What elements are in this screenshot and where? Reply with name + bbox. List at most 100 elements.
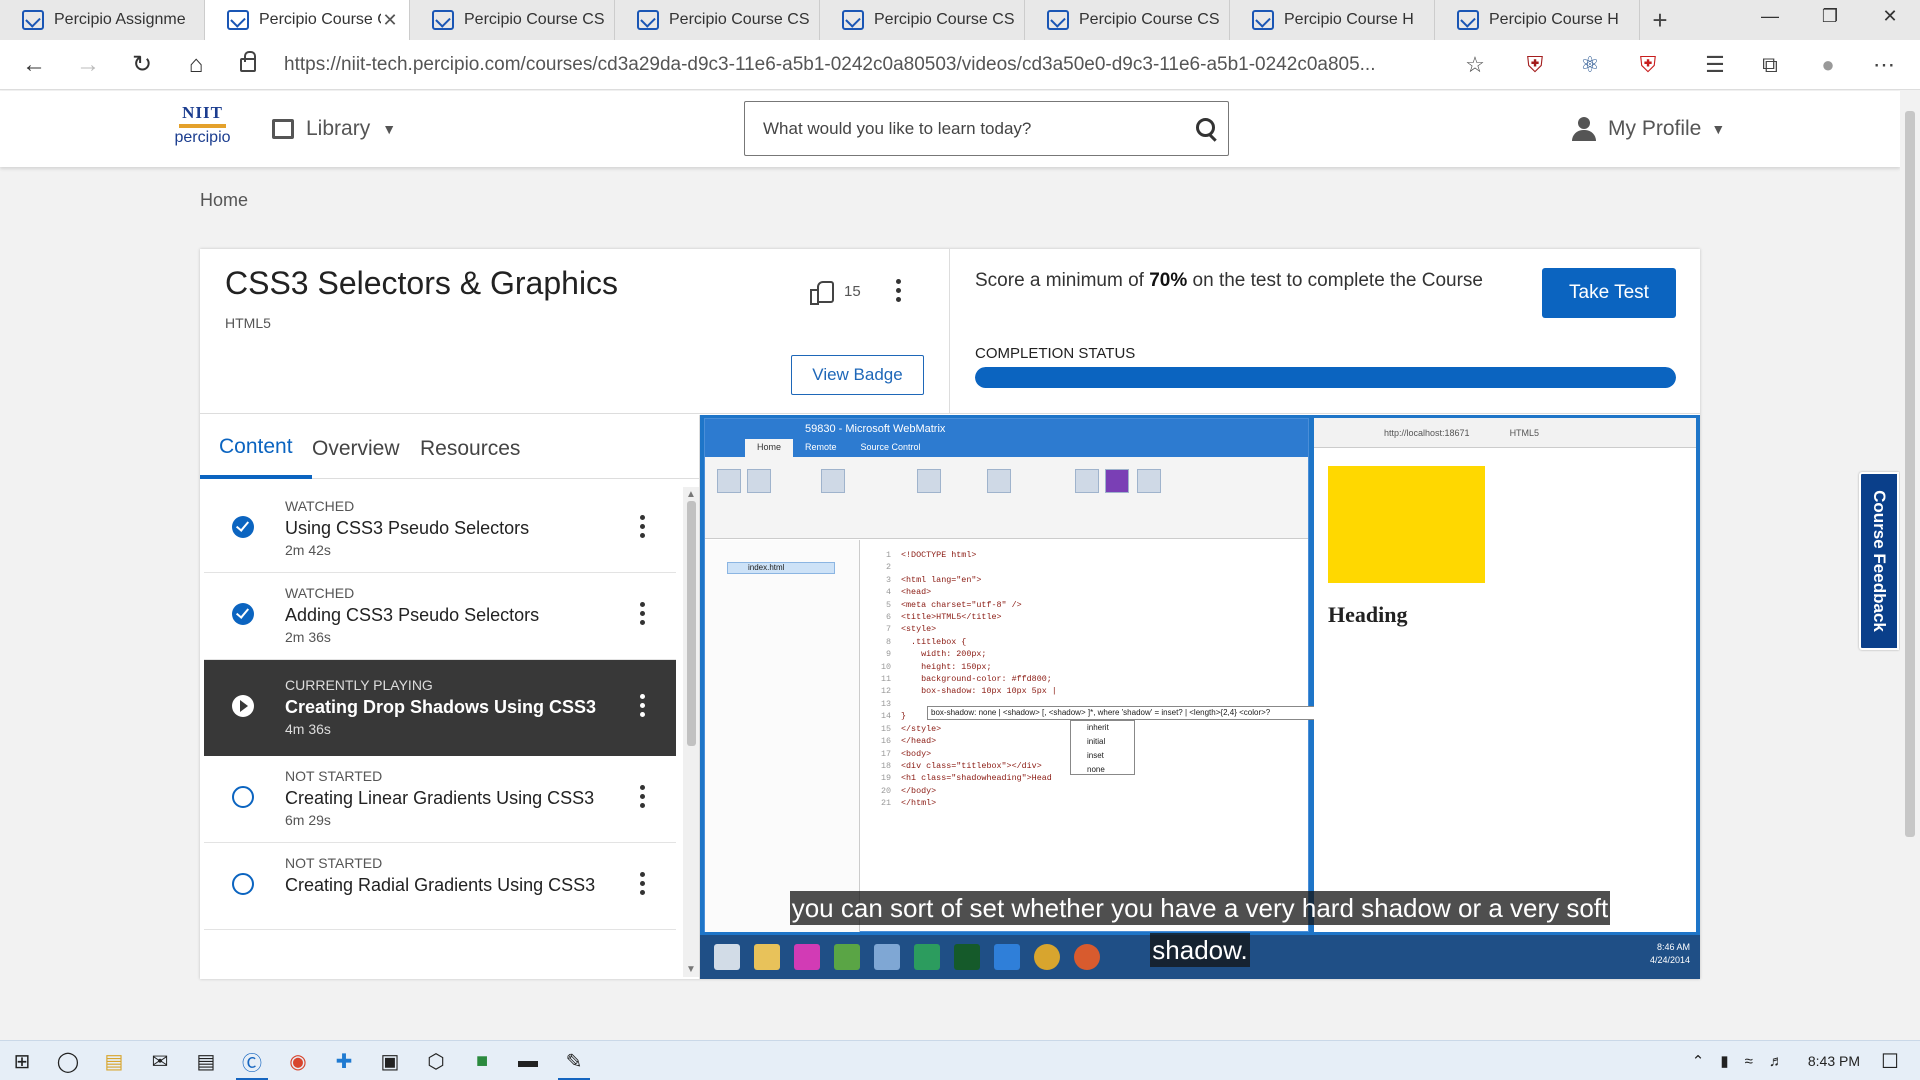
browser-tab-label: Percipio Course CS [874,11,1014,28]
snipping-icon[interactable]: ✎ [554,1041,594,1080]
favorite-star-icon[interactable]: ☆ [1455,40,1495,90]
clock-time[interactable]: 8:43 PM [1808,1053,1860,1069]
autocomplete-item: inset [1087,751,1104,760]
like-button[interactable]: 15 [810,281,861,305]
profile-menu[interactable]: My Profile ▼ [1572,91,1725,167]
autocomplete-item: inherit [1087,723,1109,732]
monitor-icon[interactable]: ▤ [186,1041,226,1080]
search-input[interactable] [745,118,1184,139]
item-title[interactable]: Adding CSS3 Pseudo Selectors [285,605,539,626]
browser-profile-icon[interactable]: ● [1808,40,1848,90]
settings-more-icon[interactable]: ⋯ [1864,40,1904,90]
item-title[interactable]: Using CSS3 Pseudo Selectors [285,518,529,539]
terminal-icon[interactable]: ▬ [508,1041,548,1080]
view-badge-button[interactable]: View Badge [791,355,924,395]
browser-tab[interactable]: Percipio Course CS [1025,0,1230,40]
course-more-icon[interactable] [886,275,910,305]
mail-icon[interactable]: ✉ [140,1041,180,1080]
cube-icon[interactable]: ⬡ [416,1041,456,1080]
vscode-icon[interactable]: ✚ [324,1041,364,1080]
code-line: 4 <head> [885,587,932,598]
app-icon[interactable]: ▣ [370,1041,410,1080]
completion-progress-bar [975,367,1676,388]
list-item[interactable]: WATCHED Using CSS3 Pseudo Selectors 2m 42s [204,486,676,573]
code-line-text: <div class="titlebox"></div> [901,760,1042,771]
forward-icon[interactable]: → [68,45,108,85]
item-more-icon[interactable] [630,598,654,628]
minimize-icon[interactable]: — [1740,0,1800,32]
scroll-down-icon[interactable]: ▼ [686,964,696,975]
close-window-icon[interactable]: ✕ [1860,0,1920,32]
list-scroll-thumb[interactable] [687,501,696,746]
code-line: 20 </body> [880,785,937,796]
search-circle-icon[interactable]: ◯ [48,1041,88,1080]
chrome-icon[interactable]: ◉ [278,1041,318,1080]
volume-icon[interactable]: ♬ [1769,1053,1784,1070]
library-menu[interactable]: Library ▼ [272,91,396,167]
page-scrollbar[interactable] [1900,91,1920,1038]
chevron-up-icon[interactable]: ⌃ [1692,1052,1705,1070]
collections-icon[interactable]: ⧉ [1750,40,1790,90]
extension-react-icon[interactable]: ⚛ [1570,40,1610,90]
score-value: 70% [1149,270,1188,291]
edge-icon[interactable]: Ⓒ [232,1041,272,1080]
new-tab-button[interactable]: + [1640,0,1680,40]
video-player[interactable]: 59830 - Microsoft WebMatrix Home Remote … [700,415,1700,979]
browser-tab[interactable]: Percipio Course CS✕ [205,0,410,40]
item-more-icon[interactable] [630,511,654,541]
code-line: 7 <style> [885,624,937,635]
webmatrix-title: 59830 - Microsoft WebMatrix [705,419,1308,439]
file-explorer-icon[interactable]: ▤ [94,1041,134,1080]
browser-tab[interactable]: Percipio Course H [1435,0,1640,40]
browser-tab[interactable]: Percipio Assignme [0,0,205,40]
home-icon[interactable]: ⌂ [176,45,216,85]
percipio-favicon-icon [842,10,864,30]
browser-tab[interactable]: Percipio Course H [1230,0,1435,40]
item-title[interactable]: Creating Drop Shadows Using CSS3 [285,697,596,718]
notification-icon[interactable]: ☐ [1870,1041,1910,1080]
extension-ublock-icon[interactable]: ⛨ [1628,40,1668,90]
wifi-icon[interactable]: ≈ [1745,1053,1753,1070]
logo-bar [179,124,226,128]
webmatrix-ribbon: Home Remote Source Control [705,439,1308,539]
windows-start-icon[interactable]: ⊞ [2,1041,42,1080]
search-icon[interactable] [1184,107,1228,151]
refresh-icon[interactable]: ↻ [122,45,162,85]
url-text[interactable]: https://niit-tech.percipio.com/courses/c… [284,54,1484,76]
battery-icon[interactable]: ▮ [1720,1052,1728,1070]
back-icon[interactable]: ← [14,45,54,85]
play-circle-icon [232,695,254,717]
favorites-icon[interactable]: ☰ [1695,40,1735,90]
list-item[interactable]: NOT STARTED Creating Linear Gradients Usi… [204,756,676,843]
browser-tab[interactable]: Percipio Course CS [410,0,615,40]
list-scrollbar[interactable]: ▲ ▼ [683,487,699,977]
browser-tab[interactable]: Percipio Course CS [820,0,1025,40]
thumbs-up-icon [810,281,834,305]
percipio-favicon-icon [22,10,44,30]
list-item[interactable]: WATCHED Adding CSS3 Pseudo Selectors 2m 36… [204,573,676,660]
list-item[interactable]: CURRENTLY PLAYING Creating Drop Shadows U… [204,660,676,756]
close-tab-icon[interactable]: ✕ [381,10,399,31]
item-title[interactable]: Creating Radial Gradients Using CSS3 [285,875,595,896]
list-item[interactable]: NOT STARTED Creating Radial Gradients Usi… [204,843,676,930]
item-more-icon[interactable] [630,781,654,811]
item-more-icon[interactable] [630,690,654,720]
ribbon-tab-remote: Remote [805,442,837,452]
url-field[interactable]: https://niit-tech.percipio.com/courses/c… [240,40,1484,90]
scroll-up-icon[interactable]: ▲ [686,489,696,500]
page-scroll-thumb[interactable] [1905,111,1915,837]
tab-resources[interactable]: Resources [401,415,539,479]
pycharm-icon[interactable]: ■ [462,1041,502,1080]
restore-icon[interactable]: ❐ [1800,0,1860,32]
tab-overview[interactable]: Overview [293,415,419,479]
browser-tab[interactable]: Percipio Course CS [615,0,820,40]
item-more-icon[interactable] [630,868,654,898]
find-icon [987,469,1011,493]
percipio-logo[interactable]: NIIT percipio [165,103,240,153]
logo-niit-text: NIIT [182,103,223,122]
course-feedback-tab[interactable]: Course Feedback [1859,472,1899,650]
breadcrumb[interactable]: Home [200,190,248,211]
take-test-button[interactable]: Take Test [1542,268,1676,318]
item-title[interactable]: Creating Linear Gradients Using CSS3 [285,788,594,809]
extension-shield-icon[interactable]: ⛨ [1515,40,1555,90]
